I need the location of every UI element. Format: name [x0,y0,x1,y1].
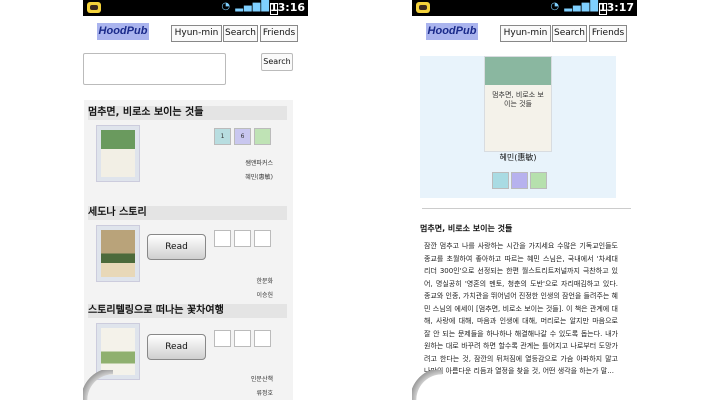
hoodpub-logo[interactable]: HoodPub [426,23,478,40]
clock: 13:16 [269,1,305,14]
author: 류정호 [256,390,273,397]
book-title: 스토리텔링으로 떠나는 꽃차여행 [88,304,287,318]
book-cover [96,125,140,182]
friends-button[interactable]: Friends [589,25,627,42]
top-nav: HoodPub Hyun-min Search Friends [412,16,637,46]
rating-square[interactable] [511,172,528,189]
search-nav-button[interactable]: Search [552,25,587,42]
status-bar: ◔ ▂▄▆█ 13:16 [83,0,308,16]
rating-square[interactable]: 1 [214,128,231,145]
cover-title: 멈추면, 비로소 보이는 것들 [492,91,544,108]
signal-icons: ◔ ▂▄▆█ [221,1,270,12]
hoodpub-logo[interactable]: HoodPub [97,23,149,40]
publisher: 인문산책 [250,376,273,383]
book-detail-header: 멈추면, 비로소 보이는 것들 혜민(惠敏) [420,56,616,198]
book-list: 멈추면, 비로소 보이는 것들 1 6 쌤앤파커스 혜민(惠敏) 세도나 스토리… [84,100,293,400]
list-item[interactable]: 멈추면, 비로소 보이는 것들 1 6 쌤앤파커스 혜민(惠敏) [84,100,293,200]
rating-square[interactable] [234,230,251,247]
rating-square[interactable] [254,128,271,145]
page-curl-icon[interactable] [83,370,113,400]
rating-square[interactable] [214,230,231,247]
rating-square[interactable]: 6 [234,128,251,145]
status-bar: ◔ ▂▄▆█ 13:17 [412,0,637,16]
rating-square[interactable] [234,330,251,347]
search-button[interactable]: Search [261,53,293,71]
search-area: Search [83,46,308,86]
search-nav-button[interactable]: Search [223,25,258,42]
book-description: 잠깐 멈추고 나를 사랑하는 시간을 가지세요 수많은 기독교인들도 종교를 초… [424,242,618,375]
list-item[interactable]: 스토리텔링으로 떠나는 꽃차여행 Read 인문산책 류정호 [84,300,293,400]
book-title: 멈추면, 비로소 보이는 것들 [88,106,287,120]
user-button[interactable]: Hyun-min [500,25,551,42]
friends-button[interactable]: Friends [260,25,298,42]
clock: 13:17 [598,1,634,14]
phone-screen-right: ◔ ▂▄▆█ 13:17 HoodPub Hyun-min Search Fri… [412,0,637,400]
rating-square[interactable] [492,172,509,189]
kakaotalk-icon [87,2,101,13]
phone-screen-left: ◔ ▂▄▆█ 13:16 HoodPub Hyun-min Search Fri… [83,0,308,400]
kakaotalk-icon [416,2,430,13]
user-button[interactable]: Hyun-min [171,25,222,42]
author: 이승헌 [256,292,273,299]
search-input[interactable] [83,53,226,85]
top-nav: HoodPub Hyun-min Search Friends [83,16,308,46]
rating-square[interactable] [530,172,547,189]
read-button[interactable]: Read [147,234,206,260]
page-curl-icon[interactable] [412,370,442,400]
list-item[interactable]: 세도나 스토리 Read 한문화 이승헌 [84,200,293,300]
signal-icons: ◔ ▂▄▆█ [550,1,599,12]
book-cover [96,225,140,282]
book-author: 혜민(惠敏) [499,153,537,162]
rating-square[interactable] [254,330,271,347]
publisher: 쌤앤파커스 [245,160,273,167]
rating-square[interactable] [254,230,271,247]
rating-square[interactable] [214,330,231,347]
author: 혜민(惠敏) [245,174,273,181]
book-cover-large: 멈추면, 비로소 보이는 것들 [484,56,552,152]
book-title: 멈추면, 비로소 보이는 것들 [420,224,513,233]
publisher: 한문화 [256,278,273,285]
read-button[interactable]: Read [147,334,206,360]
divider [422,208,631,209]
book-title: 세도나 스토리 [88,206,287,220]
